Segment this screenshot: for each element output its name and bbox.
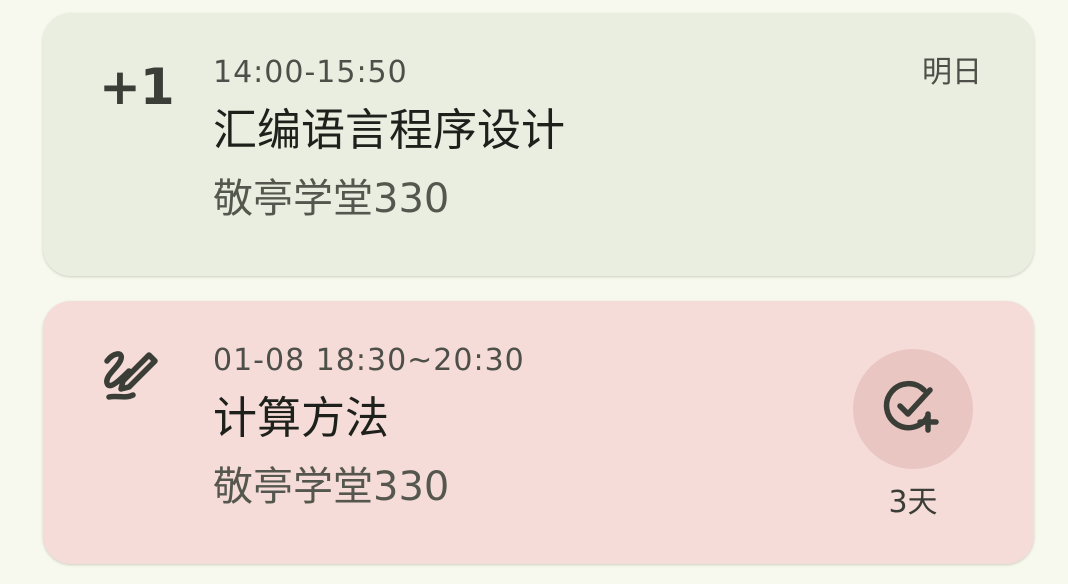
class-day-tag: 明日 [922, 55, 982, 90]
day-offset-label: +1 [99, 58, 175, 116]
exam-location: 敬亭学堂330 [213, 464, 450, 510]
exam-time: 01-08 18:30~20:30 [213, 343, 525, 378]
add-to-calendar-button[interactable] [853, 349, 973, 469]
pen-scribble-icon [99, 345, 161, 407]
class-card[interactable]: +1 14:00-15:50 汇编语言程序设计 敬亭学堂330 明日 [43, 13, 1034, 276]
class-time: 14:00-15:50 [213, 55, 408, 90]
exam-card[interactable]: 01-08 18:30~20:30 计算方法 敬亭学堂330 3天 [43, 301, 1034, 564]
countdown-days: 3天 [888, 485, 938, 520]
exam-title: 计算方法 [213, 393, 389, 444]
class-title: 汇编语言程序设计 [213, 105, 565, 156]
class-location: 敬亭学堂330 [213, 176, 450, 222]
check-circle-plus-icon [878, 372, 948, 446]
